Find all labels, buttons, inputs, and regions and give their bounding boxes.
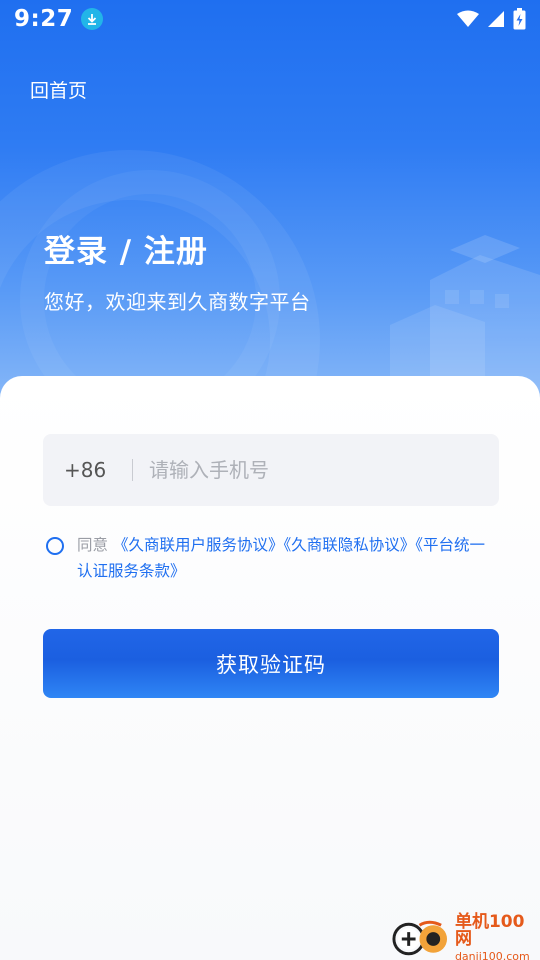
watermark-logo-icon [392,920,448,956]
page-subtitle: 您好，欢迎来到久商数字平台 [44,290,311,314]
field-divider [132,459,133,481]
phone-field: +86 [43,434,499,506]
watermark-name: 单机100网 [454,912,525,949]
country-code-selector[interactable]: +86 [64,458,112,482]
signal-icon [488,11,504,27]
link-privacy-agreement[interactable]: 《久商联隐私协议》 [283,536,415,554]
agree-checkbox[interactable] [46,537,64,555]
phone-input[interactable] [149,458,469,482]
wifi-icon [457,10,479,27]
page-title: 登录 / 注册 [44,234,208,270]
back-home-link[interactable]: 回首页 [30,76,87,103]
battery-charging-icon [513,8,526,30]
status-bar: 9:27 [0,0,540,38]
watermark-text: 单机100网 danji100.com [455,914,540,960]
download-icon [81,8,104,30]
watermark: 单机100网 danji100.com [390,914,540,960]
status-icons [457,8,526,30]
agreement-text: 同意 《久商联用户服务协议》《久商联隐私协议》《平台统一认证服务条款》 [77,532,497,584]
get-verification-code-button[interactable]: 获取验证码 [43,629,499,698]
agree-prefix: 同意 [77,536,109,554]
link-user-service-agreement[interactable]: 《久商联用户服务协议》 [113,536,284,554]
hero-banner [0,0,540,420]
agreement-row: 同意 《久商联用户服务协议》《久商联隐私协议》《平台统一认证服务条款》 [46,532,502,584]
watermark-url: danji100.com [454,950,530,960]
status-time: 9:27 [14,6,74,32]
